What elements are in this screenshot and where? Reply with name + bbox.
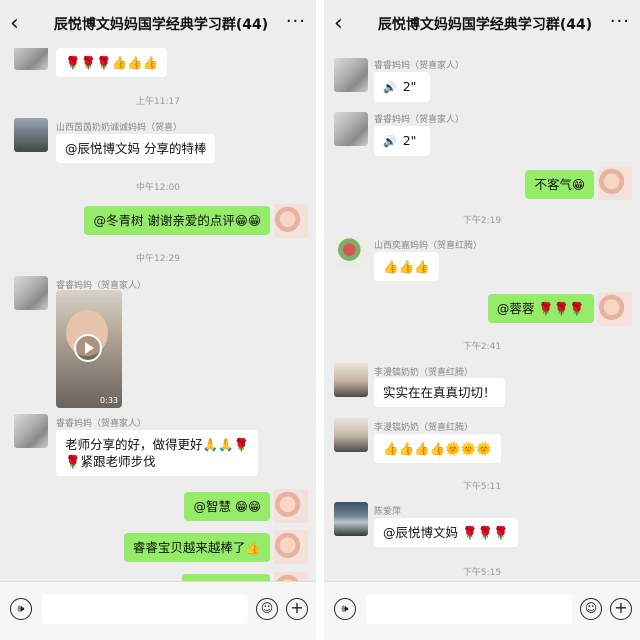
message-bubble[interactable]: @蓉蓉 🌹🌹🌹: [487, 294, 594, 323]
timestamp: 中午12:00: [136, 183, 180, 193]
voice-duration: 2": [402, 79, 417, 94]
input-bar: 🕪 ☺ +: [324, 581, 640, 640]
message-bubble[interactable]: 不客气😁: [525, 170, 594, 199]
sender-name: 睿睿妈妈（贺喜家人）: [56, 419, 147, 429]
voice-message-icon: 🔊: [383, 81, 397, 94]
message-bubble[interactable]: 睿睿宝贝越来越棒了👍: [123, 533, 270, 562]
voice-input-icon[interactable]: 🕪: [334, 598, 356, 620]
message-line: 🌹紧跟老师步伐: [65, 454, 156, 469]
timestamp: 下午2:41: [462, 342, 502, 352]
message-bubble[interactable]: 👍👍👍: [374, 252, 439, 281]
timestamp: 下午5:15: [462, 568, 502, 578]
message-bubble[interactable]: 老师分享的好，做得更好🙏🙏🌹 🌹紧跟老师步伐: [56, 430, 259, 476]
avatar[interactable]: [274, 530, 308, 564]
plus-icon[interactable]: +: [610, 598, 632, 620]
chat-title: 辰悦博文妈妈国学经典学习群(44): [53, 17, 269, 33]
sender-name: 山西茵茵奶奶诚诚妈妈（贺喜）: [56, 123, 183, 133]
chat-header: ‹ 辰悦博文妈妈国学经典学习群(44) ···: [0, 0, 316, 48]
sender-name: 李漫镐奶奶（贺喜红腾）: [374, 423, 474, 433]
message-bubble[interactable]: @辰悦博文妈 分享的特棒: [56, 134, 216, 163]
voice-input-icon[interactable]: 🕪: [10, 598, 32, 620]
input-bar: 🕪 ☺ +: [0, 581, 316, 640]
chat-panel-right: ‹ 辰悦博文妈妈国学经典学习群(44) ··· 睿睿妈妈（贺喜家人） 🔊 2" 睿…: [324, 0, 640, 640]
message-input[interactable]: [42, 594, 248, 624]
plus-icon[interactable]: +: [286, 598, 308, 620]
avatar[interactable]: [274, 204, 308, 238]
voice-message-icon: 🔊: [383, 135, 397, 148]
more-icon[interactable]: ···: [286, 11, 306, 32]
message-bubble[interactable]: 实实在在真真切切！: [374, 378, 505, 407]
sender-name: 陈爱萍: [374, 507, 402, 517]
video-message[interactable]: 0:33: [56, 290, 122, 408]
more-icon[interactable]: ···: [610, 11, 630, 32]
message-line: 老师分享的好，做得更好🙏🙏🌹: [65, 437, 250, 452]
sender-name: 李漫镐奶奶（贺喜红腾）: [374, 368, 474, 378]
avatar[interactable]: [14, 118, 48, 152]
voice-duration: 2": [402, 133, 417, 148]
voice-message[interactable]: 🔊 2": [374, 126, 430, 156]
avatar[interactable]: [334, 363, 368, 397]
chat-panel-left: ‹ 辰悦博文妈妈国学经典学习群(44) ··· 🌹🌹🌹👍👍👍 上午11:17 山…: [0, 0, 316, 640]
avatar[interactable]: [334, 418, 368, 452]
emoji-icon[interactable]: ☺: [580, 598, 602, 620]
avatar[interactable]: [598, 166, 632, 200]
avatar[interactable]: [334, 236, 368, 270]
timestamp: 下午5:11: [462, 482, 502, 492]
avatar[interactable]: [14, 414, 48, 448]
voice-message[interactable]: 🔊 2": [374, 72, 430, 102]
avatar[interactable]: [598, 292, 632, 326]
avatar[interactable]: [334, 58, 368, 92]
message-bubble[interactable]: 👍👍👍👍🌞🌞🌞: [374, 434, 501, 463]
sender-name: 山西奕嘉妈妈（贺喜红腾）: [374, 241, 483, 251]
message-bubble[interactable]: @辰悦博文妈 🌹🌹🌹: [374, 518, 518, 547]
play-icon[interactable]: [74, 334, 102, 362]
avatar[interactable]: [334, 112, 368, 146]
message-bubble[interactable]: @冬青树 谢谢亲爱的点评😁😁: [84, 206, 270, 235]
avatar[interactable]: [274, 489, 308, 523]
timestamp: 上午11:17: [136, 97, 180, 107]
back-icon[interactable]: ‹: [334, 13, 354, 35]
timestamp: 下午2:19: [462, 216, 502, 226]
avatar[interactable]: [14, 276, 48, 310]
avatar[interactable]: [334, 502, 368, 536]
video-duration: 0:33: [100, 396, 118, 405]
sender-name: 睿睿妈妈（贺喜家人）: [374, 61, 465, 71]
emoji-icon[interactable]: ☺: [256, 598, 278, 620]
chat-header: ‹ 辰悦博文妈妈国学经典学习群(44) ···: [324, 0, 640, 48]
message-input[interactable]: [366, 594, 572, 624]
message-bubble[interactable]: @智慧 😁😁: [184, 492, 270, 521]
sender-name: 睿睿妈妈（贺喜家人）: [374, 115, 465, 125]
back-icon[interactable]: ‹: [10, 13, 30, 35]
chat-title: 辰悦博文妈妈国学经典学习群(44): [377, 17, 593, 33]
timestamp: 中午12:29: [136, 254, 180, 264]
app-root: ‹ 辰悦博文妈妈国学经典学习群(44) ··· 🌹🌹🌹👍👍👍 上午11:17 山…: [0, 0, 640, 640]
message-bubble[interactable]: 🌹🌹🌹👍👍👍: [56, 48, 168, 77]
